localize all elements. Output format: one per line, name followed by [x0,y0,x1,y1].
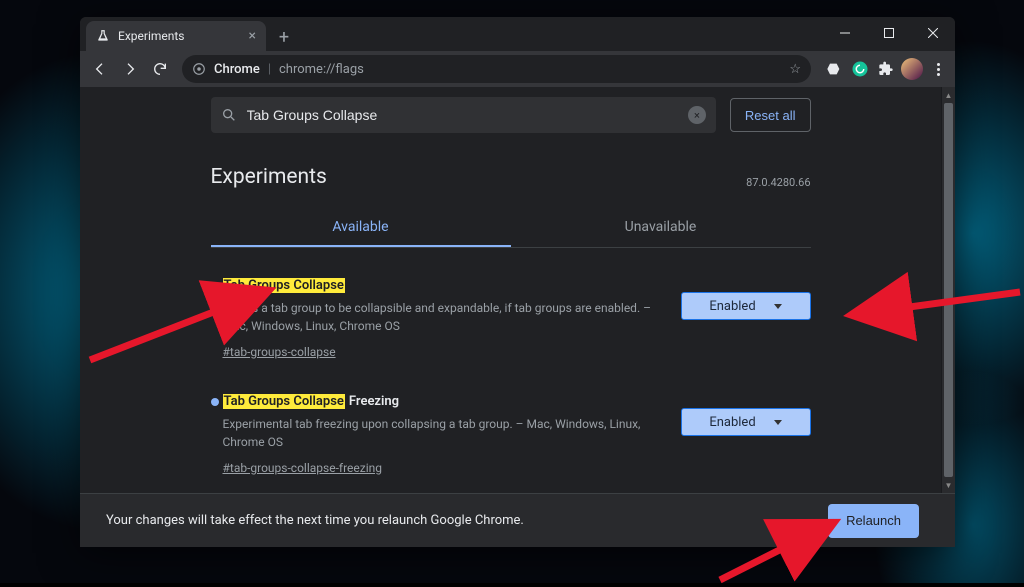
tab-available[interactable]: Available [211,209,511,247]
reset-all-button[interactable]: Reset all [730,98,811,132]
flask-icon [96,29,110,43]
url-path: chrome://flags [279,62,364,77]
reload-button[interactable] [146,55,174,83]
new-tab-button[interactable]: + [270,23,298,51]
extensions-puzzle-icon[interactable] [875,58,897,80]
window-controls [823,17,955,49]
clear-search-icon[interactable]: × [688,106,706,124]
status-dot-icon [211,282,219,290]
experiment-title: Tab Groups Collapse [211,278,661,293]
grammarly-icon[interactable] [849,58,871,80]
experiment-dropdown[interactable]: Enabled [681,408,811,436]
search-icon [221,107,237,123]
experiment-description: Experimental tab freezing upon collapsin… [223,415,661,451]
extension-icons [823,58,949,80]
page-title: Experiments [211,165,327,189]
address-bar[interactable]: Chrome | chrome://flags ☆ [182,55,811,83]
footer-message: Your changes will take effect the next t… [106,513,828,528]
forward-button[interactable] [116,55,144,83]
profile-avatar[interactable] [901,58,923,80]
scroll-down-button[interactable]: ▼ [942,477,955,493]
close-tab-icon[interactable]: × [249,28,256,44]
chrome-version: 87.0.4280.66 [746,176,810,189]
browser-window: Experiments × + Chrome | chrome://flags … [80,17,955,547]
experiment-row: Tab Groups Collapse Freezing Experimenta… [211,394,811,476]
browser-tab[interactable]: Experiments × [86,21,266,51]
back-button[interactable] [86,55,114,83]
bookmark-star-icon[interactable]: ☆ [789,62,801,77]
chrome-icon [192,62,206,76]
experiment-description: Allows a tab group to be collapsible and… [223,299,661,335]
tab-title: Experiments [118,29,241,43]
url-scheme: Chrome [214,62,260,77]
vertical-scrollbar[interactable]: ▲ ▼ [941,87,955,493]
scroll-thumb[interactable] [944,103,953,477]
experiment-title: Tab Groups Collapse Freezing [211,394,661,409]
close-window-button[interactable] [911,17,955,49]
browser-toolbar: Chrome | chrome://flags ☆ [80,51,955,87]
browser-titlebar: Experiments × + [80,17,955,51]
experiment-link[interactable]: #tab-groups-collapse-freezing [223,461,382,475]
browser-menu-button[interactable] [927,58,949,80]
page-content: × Reset all Experiments 87.0.4280.66 Ava… [80,87,955,493]
tab-unavailable[interactable]: Unavailable [511,209,811,247]
experiment-dropdown[interactable]: Enabled [681,292,811,320]
flags-tabs: Available Unavailable [211,209,811,248]
relaunch-footer: Your changes will take effect the next t… [80,493,955,547]
experiment-row: Tab Groups Collapse Allows a tab group t… [211,278,811,360]
minimize-button[interactable] [823,17,867,49]
experiment-link[interactable]: #tab-groups-collapse [223,345,336,359]
relaunch-button[interactable]: Relaunch [828,504,919,538]
search-input[interactable] [247,107,678,123]
status-dot-icon [211,398,219,406]
maximize-button[interactable] [867,17,911,49]
tabstrip: Experiments × + [80,17,823,51]
scroll-up-button[interactable]: ▲ [942,87,955,103]
extension-icon[interactable] [823,58,845,80]
flags-search-box[interactable]: × [211,97,716,133]
